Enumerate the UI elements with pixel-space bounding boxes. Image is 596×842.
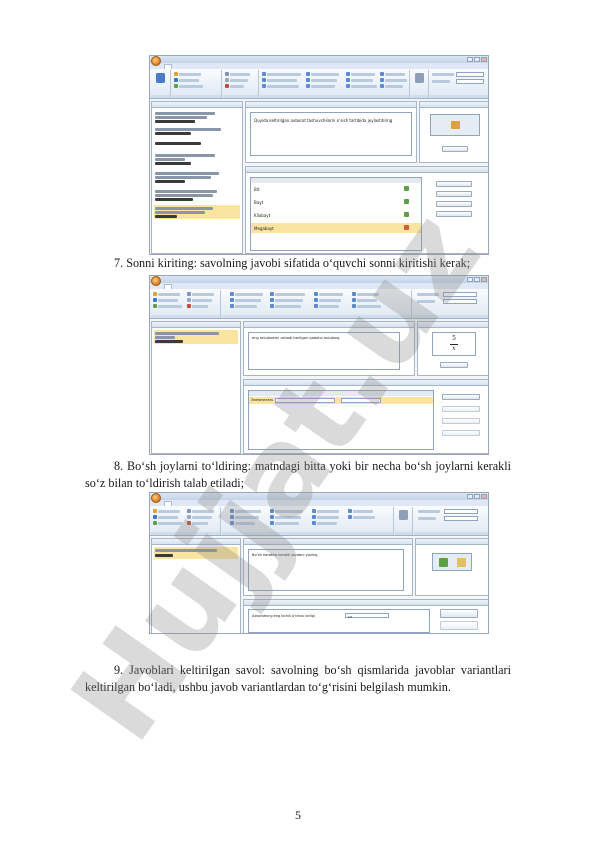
- ribbon-group-edit: [395, 507, 413, 535]
- ribbon-group-questions: [151, 290, 221, 318]
- blank-answer-select[interactable]: bit: [345, 613, 389, 619]
- pencil-icon[interactable]: [399, 510, 408, 520]
- minimize-icon[interactable]: [467, 277, 473, 282]
- question-text-field[interactable]: Bo‘sh katakka kerakli javobni yozing: [248, 549, 404, 591]
- question-icon[interactable]: [174, 72, 178, 76]
- blank-label: Axborotning eng kichik o‘lchov birligi: [252, 614, 315, 618]
- ribbon-group-params: [414, 507, 488, 535]
- answers-panel: Знаменатель: [243, 379, 488, 454]
- answers-panel: Bit Bayt Kilobayt Megabayt: [245, 166, 488, 254]
- ribbon: [150, 69, 488, 99]
- pencil-icon[interactable]: [415, 73, 424, 83]
- answer-row[interactable]: Bayt: [254, 200, 263, 205]
- down-button[interactable]: [442, 430, 480, 436]
- test-icon[interactable]: [156, 73, 165, 83]
- paragraph-7: 7. Sonni kiriting: savolning javobi sifa…: [114, 256, 471, 270]
- ribbon-group-file: [151, 70, 171, 98]
- ribbon: [150, 289, 488, 319]
- edit-variants-button[interactable]: [440, 609, 478, 618]
- blank-answer-value: bit: [348, 614, 352, 619]
- page-number: 5: [295, 808, 301, 822]
- minimize-icon[interactable]: [467, 57, 473, 62]
- maximize-icon[interactable]: [474, 57, 480, 62]
- question-list-panel: [151, 321, 241, 454]
- screenshot-ordering-question: Quyida keltirilgan axborot tashuvchilarn…: [149, 55, 489, 255]
- blanks-panel: Axborotning eng kichik o‘lchov birligi b…: [243, 599, 488, 633]
- app-orb-icon[interactable]: [151, 276, 161, 286]
- close-icon[interactable]: [481, 277, 487, 282]
- ribbon-group-question-types: [260, 70, 410, 98]
- fraction-denominator: x: [452, 345, 456, 352]
- delete-button[interactable]: [436, 191, 472, 197]
- ribbon-group-params: [430, 70, 488, 98]
- answer-row[interactable]: Kilobayt: [254, 213, 270, 218]
- window-titlebar: [150, 276, 488, 286]
- paragraph-9: 9. Javoblari keltirilgan savol: savolnin…: [85, 663, 511, 694]
- answer-input[interactable]: [341, 398, 381, 403]
- question-text: eng aniqlanishi oshadi berilgan qabaho a…: [252, 336, 340, 340]
- app-orb-icon[interactable]: [151, 56, 161, 66]
- close-icon[interactable]: [481, 494, 487, 499]
- info-icon[interactable]: [174, 78, 178, 82]
- question-list-panel: [151, 538, 241, 633]
- media-panel: [415, 538, 488, 596]
- media-panel: [419, 101, 488, 163]
- picture-icon[interactable]: [457, 558, 466, 567]
- answer-select[interactable]: [275, 398, 335, 403]
- delete-variants-button[interactable]: [440, 621, 478, 630]
- answer-label: Знаменатель: [251, 398, 274, 402]
- screenshot-number-question: eng aniqlanishi oshadi berilgan qabaho a…: [149, 275, 489, 455]
- add-button[interactable]: [442, 394, 480, 400]
- group-icon[interactable]: [174, 84, 178, 88]
- question-text: Quyida keltirilgan axborot tashuvchilarn…: [254, 118, 393, 123]
- question-text-panel: Bo‘sh katakka kerakli javobni yozing: [243, 538, 413, 596]
- ribbon-group-edit: [411, 70, 429, 98]
- maximize-icon[interactable]: [474, 277, 480, 282]
- answer-row[interactable]: Bit: [254, 187, 259, 192]
- minimize-icon[interactable]: [467, 494, 473, 499]
- app-orb-icon[interactable]: [151, 493, 161, 503]
- fraction-numerator: 5: [452, 335, 456, 342]
- edit-formula-button[interactable]: [440, 362, 468, 368]
- down-button[interactable]: [436, 211, 472, 217]
- fraction-preview: 5 x: [432, 332, 476, 356]
- question-text-field[interactable]: Quyida keltirilgan axborot tashuvchilarn…: [250, 112, 412, 156]
- question-list-panel: [151, 101, 243, 254]
- add-button[interactable]: [436, 181, 472, 187]
- answer-row-selected[interactable]: Megabayt: [254, 226, 274, 231]
- close-icon[interactable]: [481, 57, 487, 62]
- delete-button[interactable]: [442, 406, 480, 412]
- insert-blank-icon[interactable]: [439, 558, 448, 567]
- question-text-panel: eng aniqlanishi oshadi berilgan qabaho a…: [243, 321, 415, 376]
- ribbon-group-question-types: [222, 507, 394, 535]
- ribbon-group-questions: [151, 507, 221, 535]
- up-button[interactable]: [442, 418, 480, 424]
- ribbon-group-params: [413, 290, 488, 318]
- window-titlebar: [150, 493, 488, 503]
- ribbon-group-questions: [172, 70, 222, 98]
- ribbon-group-question-types: [222, 290, 412, 318]
- screenshot-fill-blank-question: Bo‘sh katakka kerakli javobni yozing Axb…: [149, 492, 489, 634]
- ribbon: [150, 506, 488, 536]
- question-text: Bo‘sh katakka kerakli javobni yozing: [252, 553, 318, 557]
- question-text-field[interactable]: eng aniqlanishi oshadi berilgan qabaho a…: [248, 332, 400, 370]
- paragraph-8: 8. Bo‘sh joylarni to‘ldiring: matndagi b…: [85, 459, 511, 490]
- browse-button[interactable]: [442, 146, 468, 152]
- maximize-icon[interactable]: [474, 494, 480, 499]
- image-icon: [451, 121, 460, 129]
- ribbon-group-tools: [223, 70, 259, 98]
- question-text-panel: Quyida keltirilgan axborot tashuvchilarn…: [245, 101, 417, 163]
- formula-panel: 5 x: [417, 321, 488, 376]
- window-titlebar: [150, 56, 488, 66]
- up-button[interactable]: [436, 201, 472, 207]
